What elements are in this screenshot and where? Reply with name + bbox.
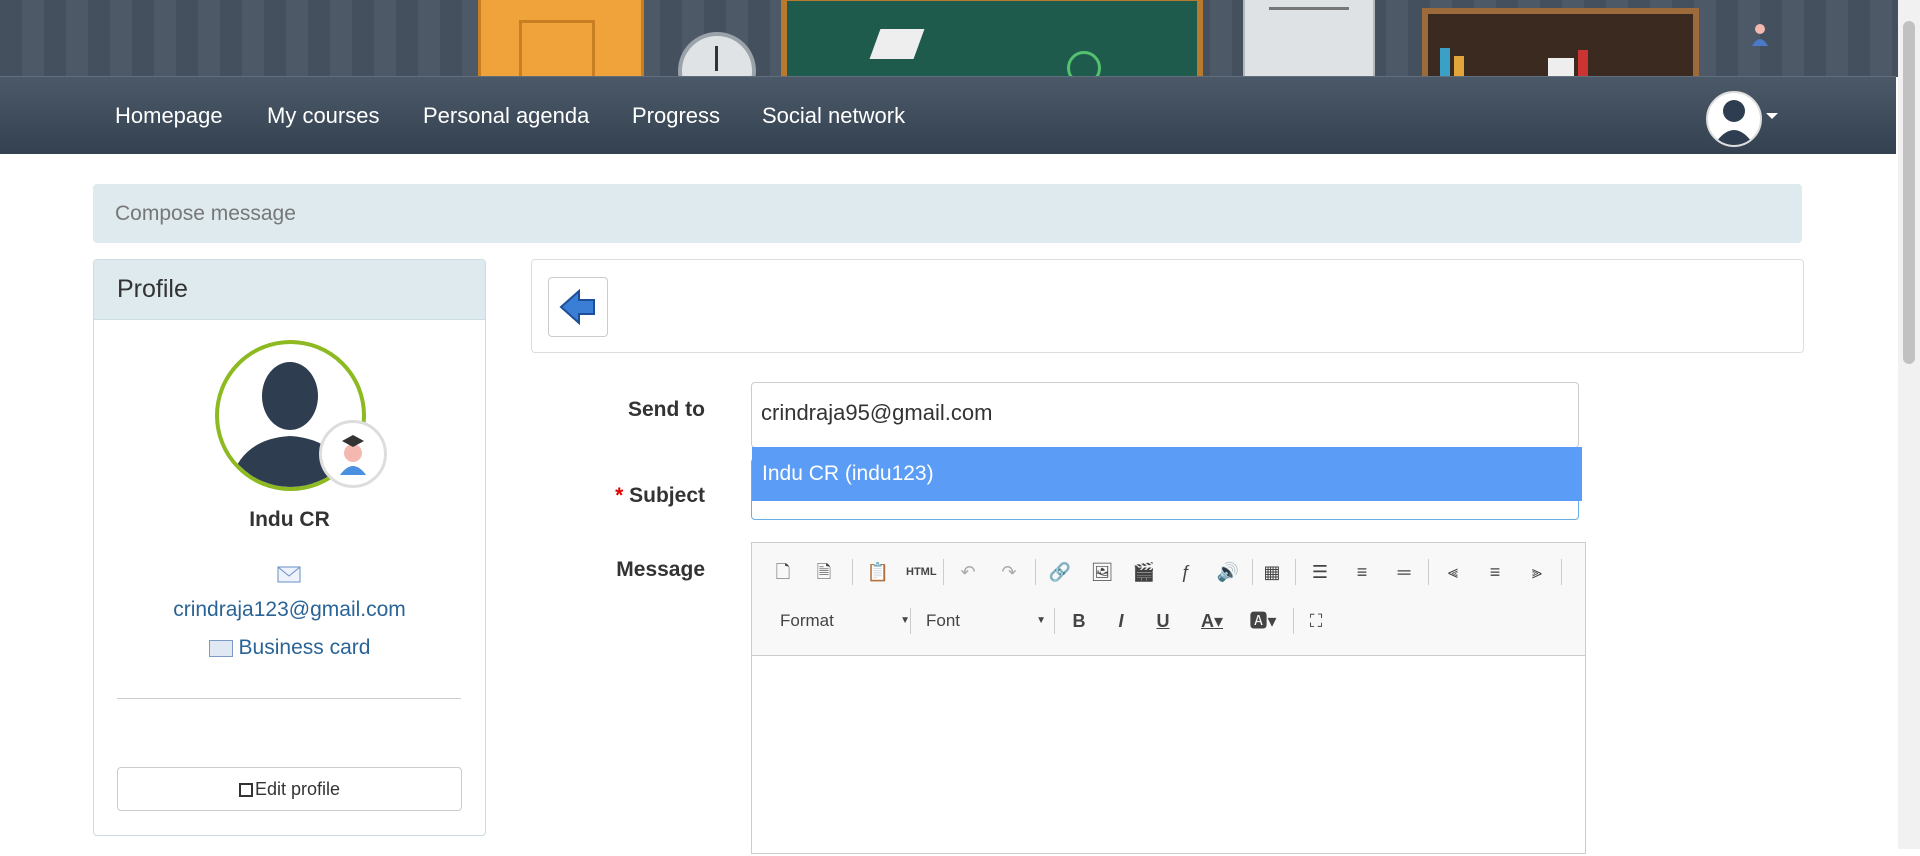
profile-name: Indu CR — [249, 508, 330, 531]
new-page-icon[interactable]: 🗋 — [769, 558, 797, 586]
numbered-list-icon[interactable]: ≡ — [1348, 558, 1376, 586]
back-arrow-icon — [559, 288, 595, 326]
student-badge-icon — [319, 420, 387, 488]
flash-icon[interactable]: ƒ — [1172, 558, 1200, 586]
send-to-value: crindraja95@gmail.com — [761, 400, 993, 425]
nav-social-network[interactable]: Social network — [762, 77, 905, 154]
envelope-icon — [277, 566, 301, 583]
avatar-icon — [1714, 100, 1754, 145]
editor-toolbar: 🗋 🗎 📋 HTML ↶ ↷ 🔗 🖼 🎬 ƒ 🔊 ▦ ☰ ≡ ═ ⫷ ≡ ⫸ F… — [752, 543, 1585, 656]
audio-icon[interactable]: 🔊 — [1214, 558, 1242, 586]
back-button[interactable] — [548, 277, 608, 337]
chevron-down-icon: ▼ — [1036, 615, 1046, 626]
message-label: Message — [616, 558, 705, 581]
format-label: Format — [780, 611, 834, 630]
header-banner — [0, 0, 1898, 77]
paste-html-icon[interactable]: HTML — [906, 558, 937, 586]
subject-label: Subject — [629, 484, 705, 507]
breadcrumb-current: Compose message — [115, 202, 296, 225]
send-to-input[interactable]: crindraja95@gmail.com — [751, 382, 1579, 448]
image-icon[interactable]: 🖼 — [1088, 558, 1116, 586]
scrollbar-thumb[interactable] — [1903, 21, 1915, 364]
bullet-list-icon[interactable]: ☰ — [1306, 558, 1334, 586]
bold-icon[interactable]: B — [1065, 607, 1093, 635]
breadcrumb: Compose message — [93, 184, 1802, 243]
chalkboard-illustration — [781, 0, 1203, 77]
text-color-icon[interactable]: A▾ — [1193, 607, 1231, 635]
required-marker: * — [615, 484, 624, 507]
page-scrollbar[interactable] — [1898, 0, 1920, 849]
profile-email-link[interactable]: crindraja123@gmail.com — [94, 598, 485, 622]
business-card-label: Business card — [238, 636, 371, 659]
undo-icon[interactable]: ↶ — [954, 558, 982, 586]
business-card-icon — [208, 639, 233, 657]
user-avatar-menu[interactable] — [1706, 91, 1762, 147]
format-dropdown[interactable]: Format ▼ — [780, 607, 910, 635]
send-to-label: Send to — [628, 398, 705, 421]
recipient-suggestion[interactable]: Indu CR (indu123) — [752, 447, 1582, 501]
edit-profile-label: Edit profile — [254, 779, 341, 799]
align-right-icon[interactable]: ⫸ — [1523, 558, 1551, 586]
nav-my-courses[interactable]: My courses — [267, 77, 379, 154]
subject-label-wrap: * Subject — [560, 484, 705, 508]
align-center-icon[interactable]: ≡ — [1481, 558, 1509, 586]
main-navbar: Homepage My courses Personal agenda Prog… — [0, 76, 1896, 154]
font-label: Font — [926, 611, 961, 630]
redo-icon[interactable]: ↷ — [995, 558, 1023, 586]
nav-progress[interactable]: Progress — [632, 77, 720, 154]
edit-profile-button[interactable]: Edit profile — [117, 767, 462, 811]
italic-icon[interactable]: I — [1107, 607, 1135, 635]
action-toolbar — [531, 259, 1804, 353]
door-illustration — [478, 0, 644, 77]
profile-heading: Profile — [117, 275, 188, 303]
profile-panel: Profile Indu CR crindraja123@gmail.com B… — [93, 259, 486, 836]
nav-homepage[interactable]: Homepage — [115, 77, 223, 154]
background-color-icon[interactable]: 🅰▾ — [1244, 607, 1282, 635]
horizontal-rule-icon[interactable]: ═ — [1390, 558, 1418, 586]
chevron-down-icon[interactable] — [1766, 113, 1778, 119]
message-editor[interactable]: 🗋 🗎 📋 HTML ↶ ↷ 🔗 🖼 🎬 ƒ 🔊 ▦ ☰ ≡ ═ ⫷ ≡ ⫸ F… — [751, 542, 1586, 854]
profile-panel-header: Profile — [94, 260, 485, 320]
editor-content-area[interactable] — [752, 656, 1585, 856]
chevron-down-icon: ▼ — [900, 615, 910, 626]
bookshelf-illustration — [1422, 8, 1699, 77]
link-icon[interactable]: 🔗 — [1046, 558, 1074, 586]
paste-word-icon[interactable]: 📋 — [864, 558, 892, 586]
suggestion-label: Indu CR (indu123) — [762, 462, 934, 485]
maximize-icon[interactable]: ⛶ — [1302, 607, 1330, 635]
edit-icon — [238, 783, 253, 797]
templates-icon[interactable]: 🗎 — [810, 558, 838, 586]
user-status-icon[interactable] — [1748, 20, 1778, 50]
clock-illustration — [678, 32, 756, 77]
nav-personal-agenda[interactable]: Personal agenda — [423, 77, 589, 154]
align-left-icon[interactable]: ⫷ — [1439, 558, 1467, 586]
divider — [117, 698, 461, 699]
underline-icon[interactable]: U — [1149, 607, 1177, 635]
font-dropdown[interactable]: Font ▼ — [926, 607, 1046, 635]
video-icon[interactable]: 🎬 — [1130, 558, 1158, 586]
poster-illustration — [1243, 0, 1375, 77]
table-icon[interactable]: ▦ — [1258, 558, 1286, 586]
business-card-link[interactable]: Business card — [94, 636, 485, 660]
